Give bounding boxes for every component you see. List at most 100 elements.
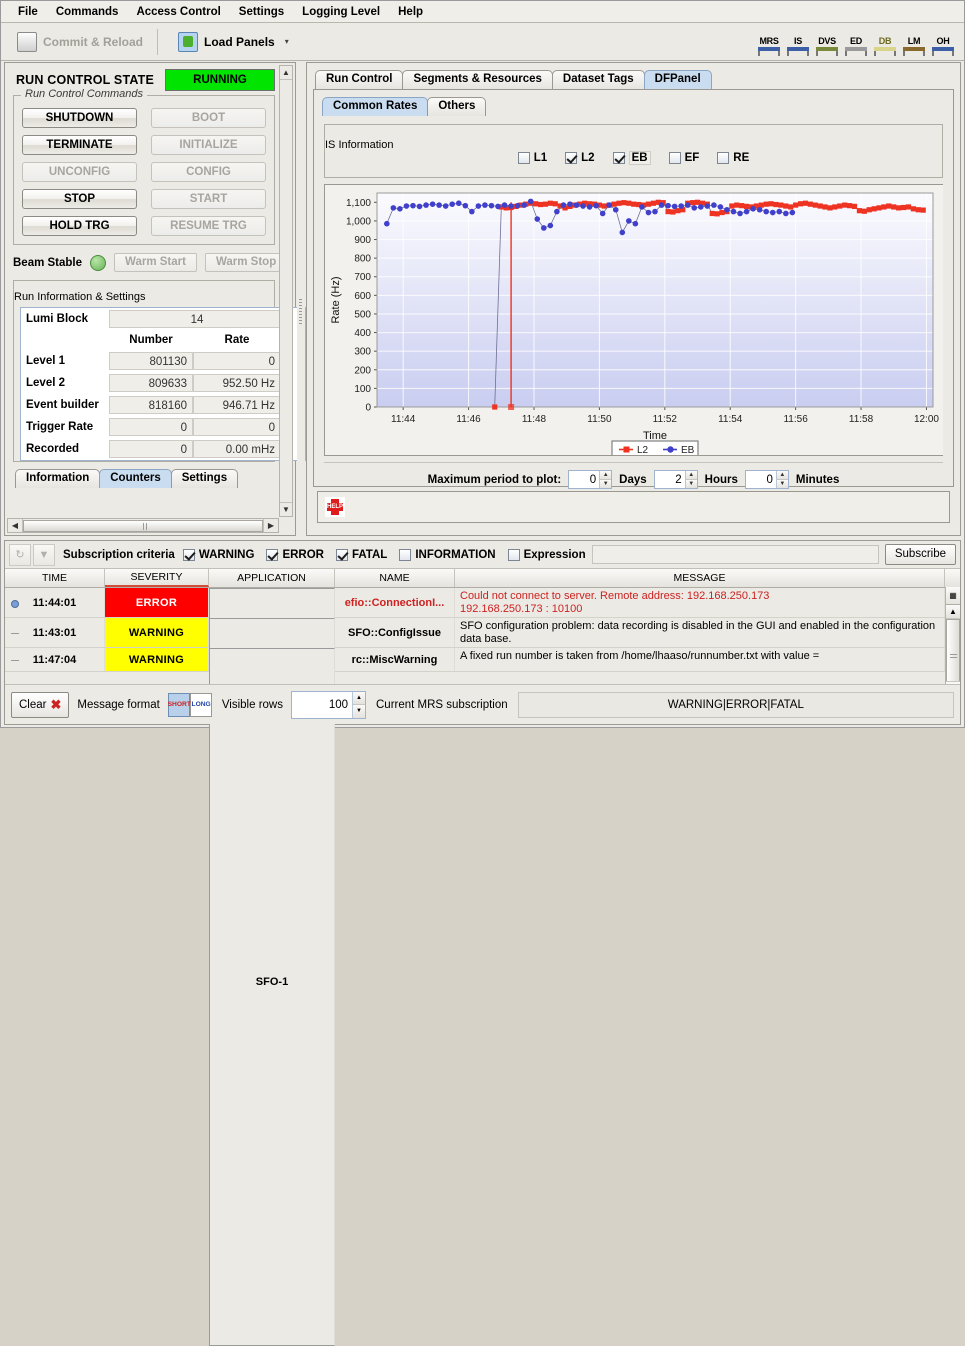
column-header-name[interactable]: NAME — [335, 569, 455, 587]
scroll-thumb[interactable] — [946, 619, 960, 689]
tab-run-control[interactable]: Run Control — [315, 70, 404, 89]
minutes-stepper[interactable]: ▲▼ — [744, 470, 789, 489]
splitter-grip[interactable] — [299, 299, 302, 325]
format-short-button[interactable]: SHORT — [167, 692, 190, 717]
criteria-expression-box[interactable] — [507, 548, 520, 561]
subscribe-button[interactable]: Subscribe — [884, 544, 956, 565]
tab-dfpanel[interactable]: DFPanel — [643, 70, 712, 89]
column-chooser-icon[interactable]: ▦ — [946, 587, 960, 605]
commit-reload-button[interactable]: Commit & Reload — [7, 28, 153, 56]
scroll-thumb[interactable] — [23, 519, 263, 532]
level2-number: 809633 — [109, 374, 193, 392]
dvs-icon[interactable]: DVS — [814, 28, 840, 56]
menu-access-control[interactable]: Access Control — [127, 3, 229, 21]
db-icon[interactable]: DB — [872, 28, 898, 56]
criteria-warning-box[interactable] — [182, 548, 195, 561]
oh-icon[interactable]: OH — [930, 28, 956, 56]
run-info-tabs: Information Counters Settings — [15, 468, 295, 488]
column-header-message[interactable]: MESSAGE — [455, 569, 945, 587]
table-row[interactable]: 11:43:01 WARNING SFO-1 SFO::ConfigIssue … — [5, 618, 960, 1346]
checkbox-ef[interactable]: EF — [668, 151, 699, 165]
terminate-button[interactable]: TERMINATE — [22, 135, 137, 155]
criteria-information[interactable]: INFORMATION — [399, 548, 496, 561]
svg-text:Time: Time — [643, 430, 667, 442]
days-up-icon[interactable]: ▲ — [600, 471, 612, 480]
tab-segments-resources[interactable]: Segments & Resources — [402, 70, 553, 89]
hours-input[interactable] — [654, 471, 685, 488]
rows-down-icon[interactable]: ▼ — [353, 705, 365, 718]
criteria-expression[interactable]: Expression — [507, 548, 586, 561]
log-time: 11:44:01 — [5, 588, 105, 617]
tab-counters[interactable]: Counters — [99, 469, 172, 488]
rows-up-icon[interactable]: ▲ — [353, 691, 365, 705]
tab-information[interactable]: Information — [15, 469, 101, 488]
vertical-splitter[interactable] — [297, 62, 305, 536]
scroll-down-icon[interactable]: ▼ — [280, 502, 292, 516]
criteria-warning[interactable]: WARNING — [182, 548, 254, 561]
menu-help[interactable]: Help — [389, 3, 432, 21]
tab-dataset-tags[interactable]: Dataset Tags — [551, 70, 645, 89]
checkbox-re[interactable]: RE — [717, 151, 749, 165]
expand-knob-icon[interactable] — [11, 599, 19, 608]
is-icon[interactable]: IS — [785, 28, 811, 56]
scroll-left-icon[interactable]: ◀ — [8, 519, 23, 532]
format-long-button[interactable]: LONG — [189, 692, 212, 717]
checkbox-l1-box[interactable] — [517, 152, 530, 164]
shutdown-button[interactable]: SHUTDOWN — [22, 108, 137, 128]
checkbox-eb-box[interactable] — [612, 152, 625, 164]
left-pane-vertical-scrollbar[interactable]: ▲ ▼ — [279, 65, 293, 517]
left-pane-horizontal-scrollbar[interactable]: ◀ ▶ — [7, 518, 279, 533]
column-header-severity[interactable]: SEVERITY — [105, 569, 209, 587]
minutes-up-icon[interactable]: ▲ — [776, 471, 788, 480]
minutes-input[interactable] — [745, 471, 776, 488]
mrs-icon[interactable]: MRS — [756, 28, 782, 56]
help-icon[interactable]: HELP — [325, 497, 345, 517]
checkbox-l2-box[interactable] — [565, 152, 578, 164]
chevron-down-icon[interactable]: ▾ — [285, 37, 289, 46]
scroll-up-icon[interactable]: ▲ — [946, 605, 960, 619]
days-stepper[interactable]: ▲▼ — [568, 470, 613, 489]
column-header-time[interactable]: TIME — [5, 569, 105, 587]
hours-stepper[interactable]: ▲▼ — [653, 470, 698, 489]
hours-up-icon[interactable]: ▲ — [685, 471, 697, 480]
visible-rows-stepper[interactable]: ▲▼ — [291, 690, 366, 719]
clear-button[interactable]: Clear ✖ — [11, 691, 70, 718]
expression-input[interactable] — [591, 545, 879, 564]
visible-rows-input[interactable] — [292, 691, 352, 718]
days-input[interactable] — [569, 471, 600, 488]
stop-button[interactable]: STOP — [22, 189, 137, 209]
checkbox-l2[interactable]: L2 — [565, 151, 595, 165]
criteria-error-box[interactable] — [266, 548, 279, 561]
checkbox-l1[interactable]: L1 — [517, 151, 547, 165]
ed-icon[interactable]: ED — [843, 28, 869, 56]
hold-trg-button[interactable]: HOLD TRG — [22, 216, 137, 236]
menu-file[interactable]: File — [9, 3, 47, 21]
tab-settings[interactable]: Settings — [170, 469, 239, 488]
checkbox-eb[interactable]: EB — [612, 151, 651, 165]
column-header-application[interactable]: APPLICATION — [209, 569, 335, 587]
minutes-down-icon[interactable]: ▼ — [776, 480, 788, 488]
log-table-scrollbar[interactable]: ▦ ▲ ▼ — [945, 587, 960, 695]
menu-logging-level[interactable]: Logging Level — [293, 3, 389, 21]
load-panels-button[interactable]: Load Panels ▾ — [168, 28, 299, 56]
scroll-right-icon[interactable]: ▶ — [263, 519, 278, 532]
criteria-fatal[interactable]: FATAL — [335, 548, 387, 561]
table-row[interactable]: 11:44:01 ERROR EFD-1:EF-Segme... efio::C… — [5, 588, 960, 1316]
scroll-up-icon[interactable]: ▲ — [280, 66, 292, 80]
criteria-fatal-box[interactable] — [335, 548, 348, 561]
table-row[interactable]: 11:47:04 WARNING RootController rc::Misc… — [5, 648, 960, 672]
criteria-information-box[interactable] — [399, 548, 412, 561]
checkbox-re-box[interactable] — [717, 152, 730, 164]
lumi-block-row: Lumi Block 14 — [21, 308, 305, 330]
checkbox-ef-box[interactable] — [668, 152, 681, 164]
tab-others[interactable]: Others — [427, 97, 487, 116]
lm-icon[interactable]: LM — [901, 28, 927, 56]
row-connector-icon — [11, 632, 19, 634]
rates-chart[interactable]: 0 100 200 300 400 500 600 700 800 900 1,000 1,100 11… — [324, 184, 943, 459]
tab-common-rates[interactable]: Common Rates — [322, 97, 429, 116]
hours-down-icon[interactable]: ▼ — [685, 480, 697, 488]
days-down-icon[interactable]: ▼ — [600, 480, 612, 488]
criteria-error[interactable]: ERROR — [266, 548, 324, 561]
menu-settings[interactable]: Settings — [230, 3, 293, 21]
menu-commands[interactable]: Commands — [47, 3, 128, 21]
